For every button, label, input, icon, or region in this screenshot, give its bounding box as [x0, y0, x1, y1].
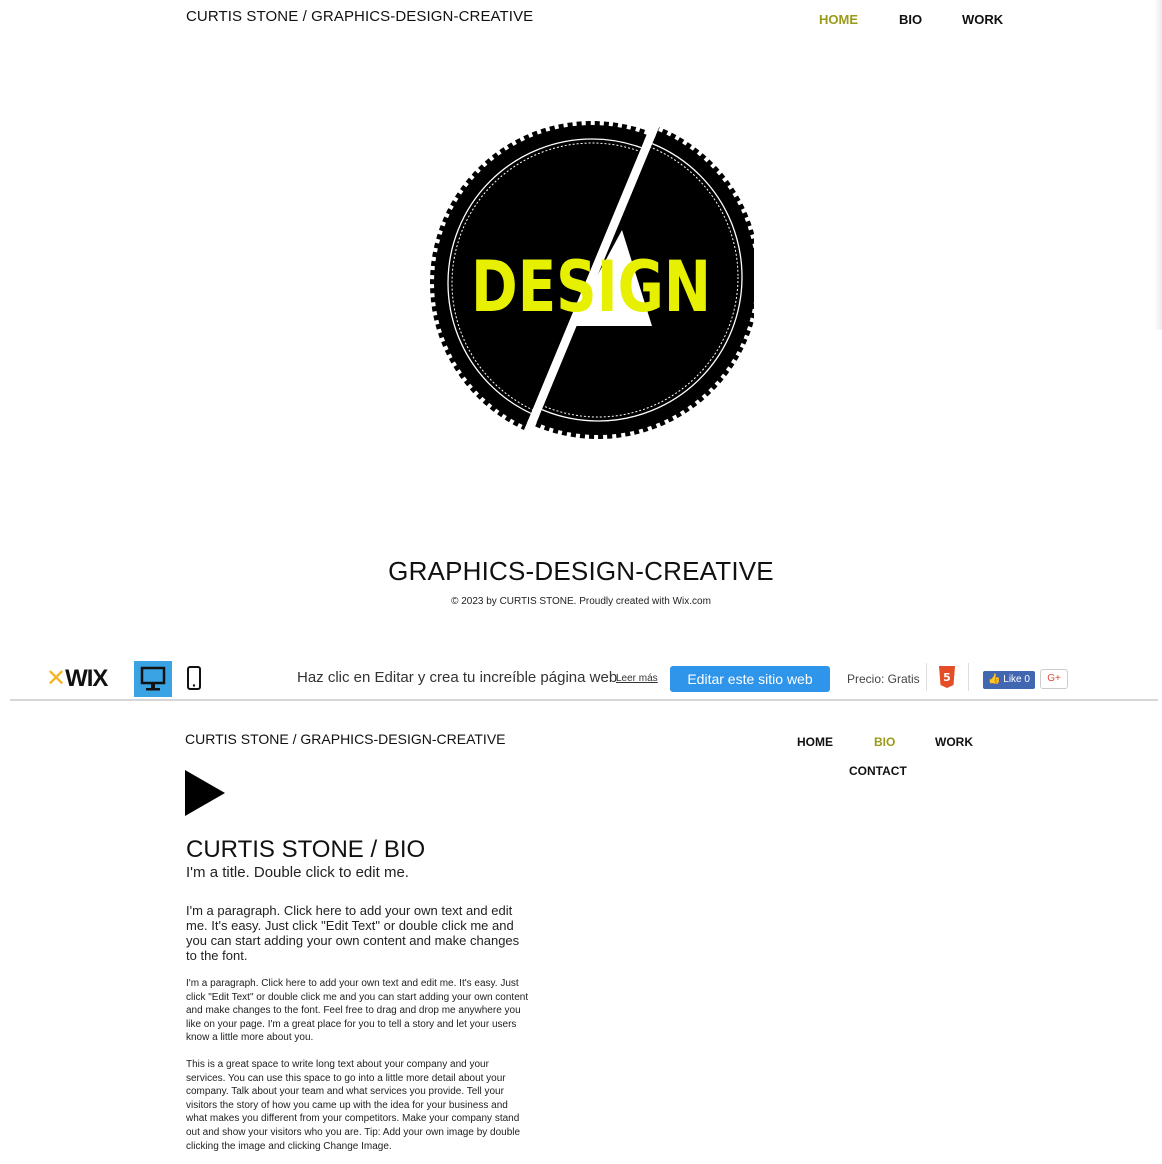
tagline: GRAPHICS-DESIGN-CREATIVE [388, 556, 774, 586]
logo-text: DESIGN [471, 246, 711, 328]
bio-nav-home[interactable]: HOME [797, 735, 833, 749]
bio-site-title[interactable]: CURTIS STONE / GRAPHICS-DESIGN-CREATIVE [185, 731, 506, 747]
desktop-view-button[interactable] [134, 661, 172, 697]
site-title[interactable]: CURTIS STONE / GRAPHICS-DESIGN-CREATIVE [186, 8, 533, 25]
bio-paragraph-3: This is a great space to write long text… [186, 1059, 521, 1152]
bio-nav-contact[interactable]: CONTACT [849, 764, 907, 778]
divider [968, 663, 969, 691]
wix-star-icon: ✕ [46, 665, 66, 692]
wix-logo[interactable]: ✕WIX [46, 664, 108, 693]
bio-subtitle: I'm a title. Double click to edit me. [186, 864, 409, 881]
edit-site-button[interactable]: Editar este sitio web [670, 666, 830, 692]
facebook-like-button[interactable]: 👍 Like 0 [983, 671, 1035, 689]
mobile-view-button[interactable] [182, 665, 206, 693]
wix-promo-bar: ✕WIX Haz clic en Editar y crea tu increí… [10, 655, 1158, 701]
desktop-icon [140, 666, 166, 691]
google-plus-button[interactable]: G+ [1040, 669, 1068, 689]
html5-icon: 5 [938, 665, 956, 689]
nav-home[interactable]: HOME [819, 12, 858, 27]
scroll-edge-shadow [1154, 0, 1162, 330]
copyright-text: © 2023 by CURTIS STONE. Proudly created … [451, 596, 711, 607]
learn-more-link[interactable]: Leer más [616, 673, 658, 684]
nav-work[interactable]: WORK [962, 12, 1003, 27]
bio-paragraph-1: I'm a paragraph. Click here to add your … [186, 903, 520, 963]
design-logo: DESIGN [430, 115, 754, 445]
play-icon[interactable] [185, 770, 225, 816]
nav-bio[interactable]: BIO [899, 12, 922, 27]
svg-text:5: 5 [943, 671, 951, 684]
bio-paragraph-2: I'm a paragraph. Click here to add your … [186, 978, 529, 1044]
price-label: Precio: Gratis [847, 672, 920, 686]
divider [926, 663, 927, 691]
bio-nav-work[interactable]: WORK [935, 735, 973, 749]
bio-nav-bio[interactable]: BIO [874, 735, 895, 749]
facebook-like-icon: 👍 [988, 674, 1001, 685]
wix-message: Haz clic en Editar y crea tu increíble p… [297, 669, 618, 686]
google-plus-icon: G+ [1047, 673, 1061, 684]
bio-title: CURTIS STONE / BIO [186, 836, 426, 863]
mobile-icon [187, 666, 201, 690]
